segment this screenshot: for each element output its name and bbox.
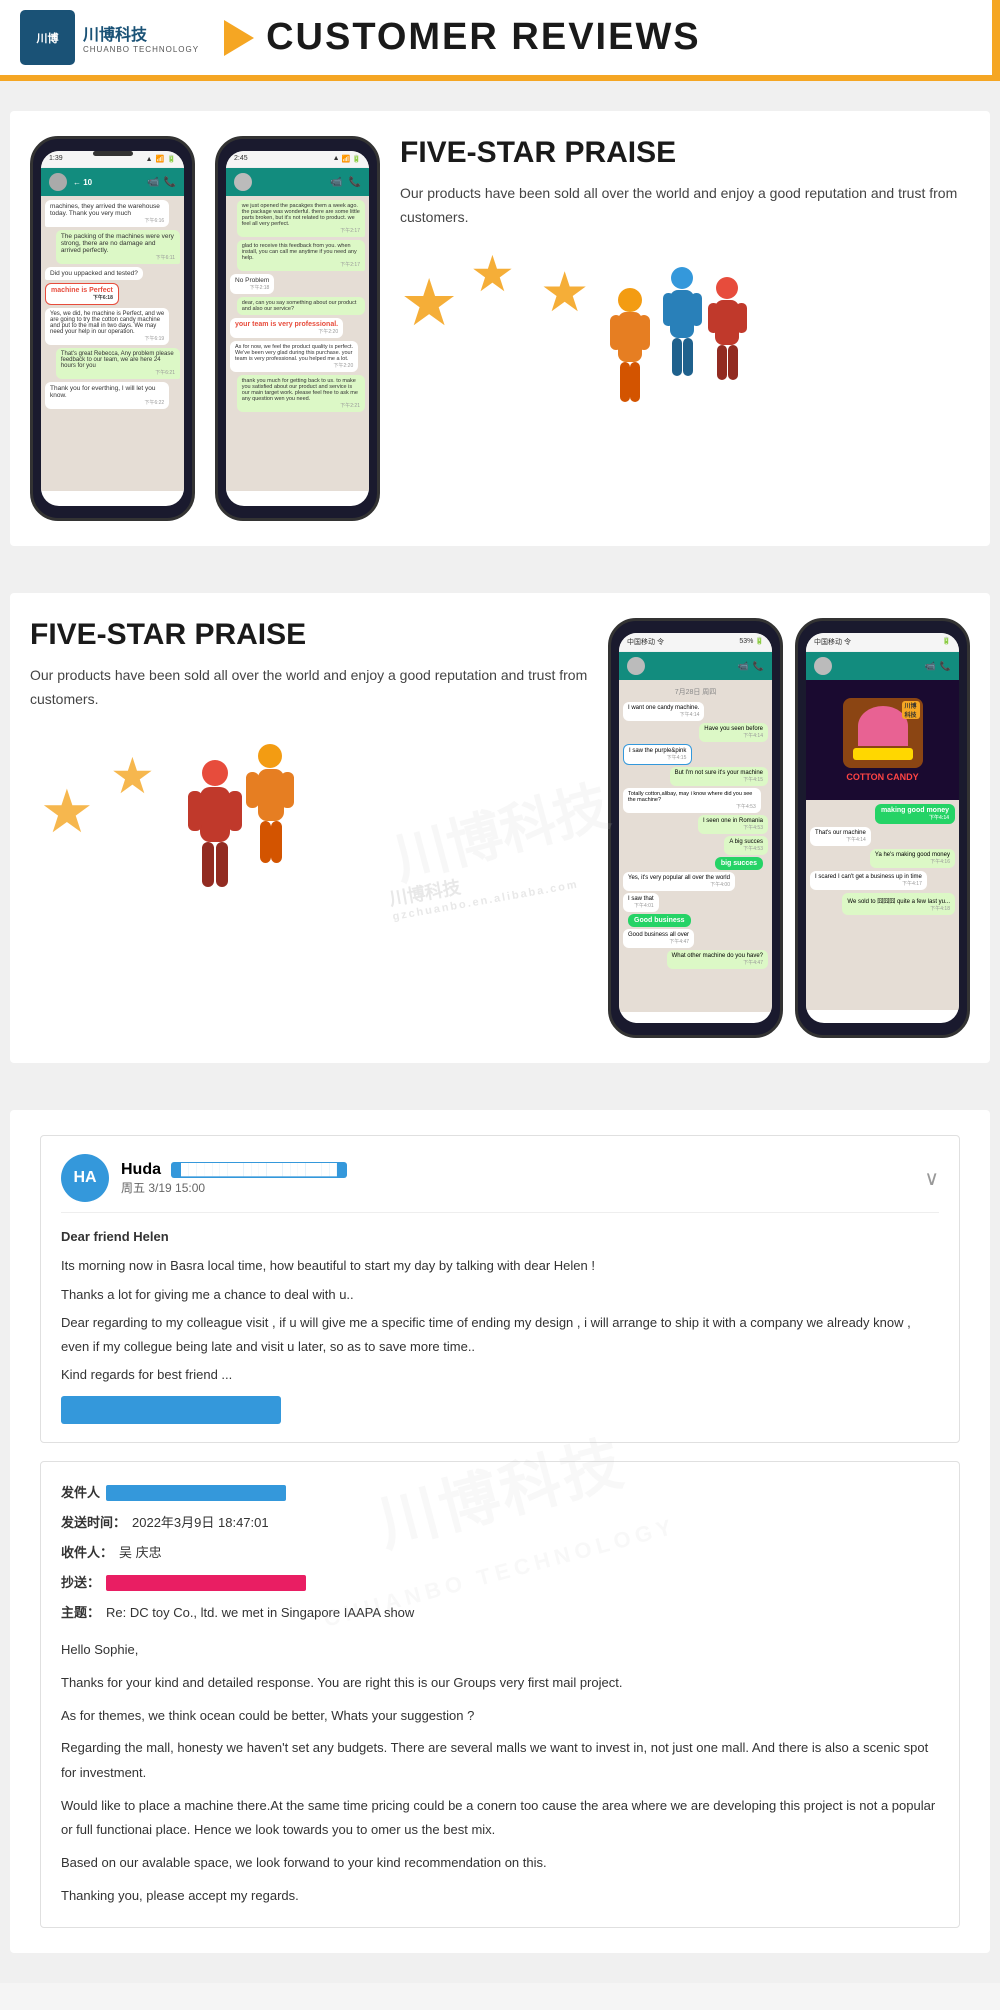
email-card-1: HA Huda ████████████████████ 周五 3/19 15:… [40, 1135, 960, 1443]
expand-button[interactable]: ∨ [924, 1166, 939, 1191]
email-card-2: 发件人 发送时间： 2022年3月9日 18:47:01 收件人： 吴 庆忠 抄… [40, 1461, 960, 1927]
to-value: 吴 庆忠 [119, 1540, 162, 1566]
msg-right: That's great Rebecca, Any problem please… [56, 348, 180, 379]
date-value-2: 2022年3月9日 18:47:01 [132, 1510, 269, 1536]
play-icon [224, 20, 254, 56]
five-star-title-2: FIVE-STAR PRAISE [30, 618, 588, 652]
phone-left-2: 中国移动 令 53% 🔋 📹 📞 7月28日 周四 I want one can… [608, 618, 783, 1038]
right-phones: 中国移动 令 53% 🔋 📹 📞 7月28日 周四 I want one can… [608, 618, 970, 1038]
logo-area: 川博 川博科技 CHUANBO TECHNOLOGY [20, 10, 199, 65]
five-star-desc-2: Our products have been sold all over the… [30, 664, 588, 712]
subject-label: 主题： [61, 1600, 100, 1626]
five-star-title-1: FIVE-STAR PRAISE [400, 136, 970, 170]
email-date-1: 周五 3/19 15:00 [121, 1179, 912, 1196]
five-star-desc-1: Our products have been sold all over the… [400, 182, 970, 230]
msg-highlight-1: machine is Perfect 下午6:18 [45, 283, 119, 305]
msg-right: The packing of the machines were very st… [56, 230, 180, 264]
praise-area-1: FIVE-STAR PRAISE Our products have been … [400, 136, 970, 425]
svg-text:川博: 川博 [36, 31, 59, 45]
email-body-1: Dear friend Helen Its morning now in Bas… [61, 1225, 939, 1424]
header: 川博 川博科技 CHUANBO TECHNOLOGY CUSTOMER REVI… [0, 0, 1000, 75]
section1: 1:39 ▲📶🔋 ← 10 📹 📞 machines, they arrived… [10, 111, 990, 546]
msg-left: machines, they arrived the warehouse tod… [45, 200, 169, 227]
page-title: CUSTOMER REVIEWS [266, 16, 701, 59]
email-body-2: Hello Sophie, Thanks for your kind and d… [61, 1638, 939, 1908]
section3: HA Huda ████████████████████ 周五 3/19 15:… [10, 1110, 990, 1953]
msg-left: Thank you for everthing, I will let you … [45, 382, 169, 409]
avatar: HA [61, 1154, 109, 1202]
from-label: 发件人 [61, 1480, 100, 1506]
msg-left: Did you uppacked and tested? [45, 267, 143, 280]
phone2: 2:45 ▲📶🔋 📹 📞 we just opened the pacakges… [215, 136, 380, 521]
cc-label: 抄送： [61, 1570, 100, 1596]
date-label-2: 发送时间： [61, 1510, 126, 1536]
logo-english: CHUANBO TECHNOLOGY [83, 45, 199, 54]
subject-value: Re: DC toy Co., ltd. we met in Singapore… [106, 1600, 414, 1626]
left-content-2: FIVE-STAR PRAISE Our products have been … [30, 618, 588, 927]
section2: FIVE-STAR PRAISE Our products have been … [10, 593, 990, 1063]
sender-name: Huda [121, 1161, 161, 1179]
phone-right-2: 中国移动 令 🔋 📹 📞 川博科技 [795, 618, 970, 1038]
logo-chinese: 川博科技 [83, 21, 199, 45]
to-label: 收件人： [61, 1540, 113, 1566]
msg-left: Yes, we did, he machine is Perfect, and … [45, 308, 169, 345]
logo-icon: 川博 [20, 10, 75, 65]
phone1: 1:39 ▲📶🔋 ← 10 📹 📞 machines, they arrived… [30, 136, 195, 521]
